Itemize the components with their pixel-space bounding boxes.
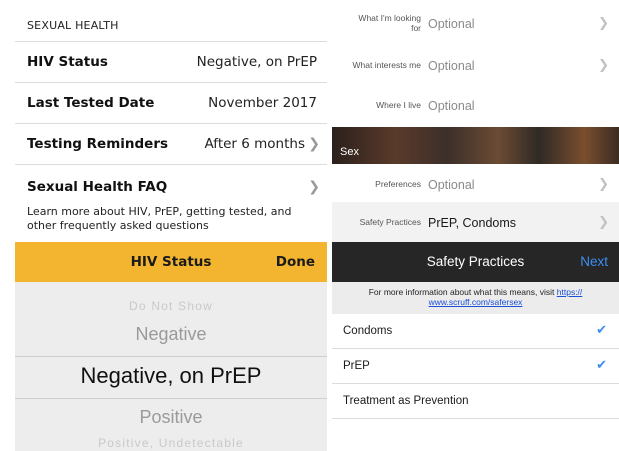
done-button[interactable]: Done [276,254,315,270]
toolbar-title: Safety Practices [426,254,525,269]
picker-option[interactable]: Positive [15,407,327,428]
row-value: Optional [428,99,475,113]
picker-selected-option[interactable]: Negative, on PrEP [15,363,327,389]
row-value: After 6 months [204,136,305,152]
row-value: Optional [428,17,475,31]
option-label: Condoms [343,325,393,337]
info-banner: For more information about what this mea… [332,282,619,314]
checkmark-icon: ✔ [596,323,607,338]
picker-selection-line [15,356,327,357]
chevron-right-icon: ❯ [308,179,320,195]
row-label: What interests me [352,60,422,70]
safety-practices-toolbar: Safety Practices Next [332,242,619,282]
row-label: Safety Practices [359,217,421,227]
row-value: Optional [428,178,475,192]
row-label: Where I live [376,100,421,110]
picker-option[interactable]: Positive, Undetectable [15,436,327,450]
row-value: Negative, on PrEP [196,54,317,70]
looking-for-row[interactable]: What I'm looking for Optional ❯ [332,3,619,43]
testing-reminders-row[interactable]: Testing Reminders After 6 months ❯ [15,123,327,164]
row-value: November 2017 [208,95,317,111]
sex-section-header: Sex [332,127,619,164]
row-label: Last Tested Date [27,95,155,111]
checkmark-icon: ✔ [596,358,607,373]
chevron-right-icon: ❯ [598,215,609,230]
row-label: HIV Status [27,54,108,70]
option-treatment-as-prevention[interactable]: Treatment as Prevention [332,384,619,419]
profile-panel: What I'm looking for Optional ❯ What int… [332,0,619,451]
next-button[interactable]: Next [580,254,608,269]
row-value: Optional [428,59,475,73]
sexual-health-faq-row[interactable]: Sexual Health FAQ ❯ Learn more about HIV… [15,164,327,242]
preferences-row[interactable]: Preferences Optional ❯ [332,164,619,204]
info-text: For more information about what this mea… [368,287,555,297]
row-value: PrEP, Condoms [428,216,517,230]
picker-option[interactable]: Negative [15,324,327,345]
interests-row[interactable]: What interests me Optional ❯ [332,45,619,85]
row-label: Testing Reminders [27,136,169,152]
picker-selection-line [15,398,327,399]
picker-option[interactable]: Do Not Show [15,299,327,313]
last-tested-date-row[interactable]: Last Tested Date November 2017 [15,82,327,123]
faq-description: Learn more about HIV, PrEP, getting test… [27,205,292,232]
option-prep[interactable]: PrEP ✔ [332,349,619,384]
faq-label: Sexual Health FAQ [27,179,168,195]
row-label: What I'm looking for [358,13,421,33]
option-label: PrEP [343,360,370,372]
where-i-live-row[interactable]: Where I live Optional [332,85,619,125]
option-label: Treatment as Prevention [343,395,469,407]
chevron-right-icon: ❯ [598,177,609,192]
section-header: SEXUAL HEALTH [27,19,119,32]
chevron-right-icon: ❯ [308,136,320,152]
section-title: Sex [340,146,359,158]
picker-toolbar: HIV Status Done [15,242,327,282]
chevron-right-icon: ❯ [598,58,609,73]
sexual-health-panel: SEXUAL HEALTH HIV Status Negative, on Pr… [15,0,327,451]
safety-practices-row[interactable]: Safety Practices PrEP, Condoms ❯ [332,202,619,242]
hiv-status-row[interactable]: HIV Status Negative, on PrEP [15,41,327,82]
chevron-right-icon: ❯ [598,16,609,31]
option-condoms[interactable]: Condoms ✔ [332,314,619,349]
row-label: Preferences [375,179,421,189]
hiv-status-picker[interactable]: Do Not Show Negative Negative, on PrEP P… [15,282,327,451]
